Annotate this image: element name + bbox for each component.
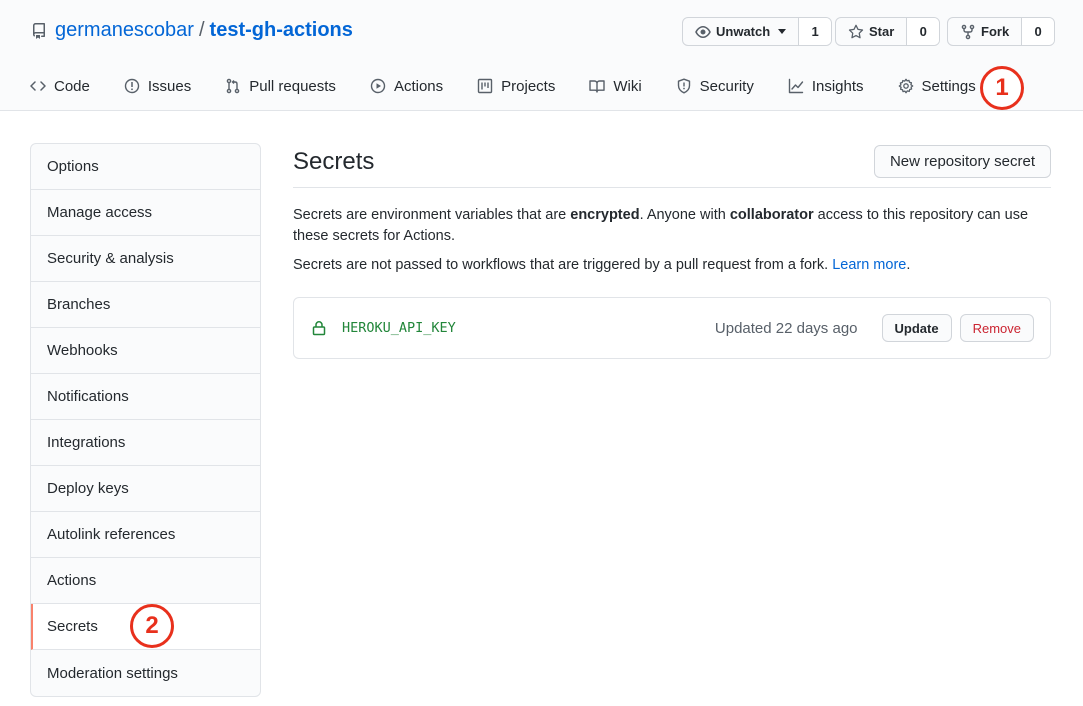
forks-count[interactable]: 0 [1022,18,1055,45]
fork-button-group: Fork 0 [947,17,1056,46]
play-icon [370,78,386,94]
star-icon [848,24,864,38]
tab-security-label: Security [699,77,754,95]
desc-bold-encrypted: encrypted [570,207,640,223]
tab-wiki-label: Wiki [613,77,642,95]
unwatch-button[interactable]: Unwatch [683,18,800,45]
tab-code[interactable]: Code [30,72,90,100]
repo-icon [31,22,47,39]
update-secret-button[interactable]: Update [881,314,952,342]
code-icon [30,81,46,91]
tab-insights-label: Insights [811,77,864,95]
stars-count[interactable]: 0 [907,18,940,45]
annotation-marker-2: 2 [130,604,174,648]
eye-icon [695,25,711,38]
tab-pull-requests-label: Pull requests [249,77,336,95]
pull-request-icon [226,78,240,94]
secret-updated-time: Updated 22 days ago [714,319,858,337]
fork-button[interactable]: Fork [948,18,1023,45]
book-icon [589,80,606,93]
sidebar-item-manage-access[interactable]: Manage access [31,190,260,236]
chevron-down-icon [778,29,787,34]
project-icon [477,78,493,94]
tab-code-label: Code [54,77,90,95]
issue-icon [124,78,140,94]
tab-settings-label: Settings [921,77,976,95]
tab-projects-label: Projects [501,77,556,95]
sidebar-item-actions[interactable]: Actions [31,558,260,604]
secret-name: HEROKU_API_KEY [342,320,456,336]
secrets-header: Secrets New repository secret [293,143,1051,188]
secrets-description: Secrets are environment variables that a… [293,205,1051,247]
tab-issues-label: Issues [147,77,192,95]
repo-header: germanescobar / test-gh-actions Unwatch … [0,0,1083,111]
tab-settings[interactable]: Settings [898,72,976,100]
tab-projects[interactable]: Projects [477,72,555,100]
secrets-main: Secrets New repository secret Secrets ar… [293,143,1051,359]
star-label: Star [869,24,895,39]
repo-name-link[interactable]: test-gh-actions [210,19,353,42]
sidebar-item-webhooks[interactable]: Webhooks [31,328,260,374]
unwatch-button-group: Unwatch 1 [682,17,833,46]
sidebar-item-branches[interactable]: Branches [31,282,260,328]
new-repository-secret-button[interactable]: New repository secret [873,145,1051,178]
tab-issues[interactable]: Issues [124,72,191,100]
fork-note-text: Secrets are not passed to workflows that… [293,257,833,273]
sidebar-item-options[interactable]: Options [31,144,260,190]
graph-icon [788,78,804,94]
star-button[interactable]: Star [836,18,908,45]
sidebar-item-integrations[interactable]: Integrations [31,420,260,466]
desc-text-2: . Anyone with [639,207,730,223]
remove-secret-button[interactable]: Remove [959,314,1034,342]
repo-separator: / [198,19,205,41]
page-title: Secrets [293,148,375,175]
desc-text-1: Secrets are environment variables that a… [293,207,571,223]
watchers-count[interactable]: 1 [799,18,832,45]
repo-nav-tabs: Code Issues Pull requests Actions Projec… [30,72,1010,100]
gear-icon [898,78,913,94]
learn-more-link[interactable]: Learn more [832,257,906,273]
tab-insights[interactable]: Insights [788,72,864,100]
annotation-marker-1: 1 [980,66,1024,110]
repo-owner-link[interactable]: germanescobar [55,19,194,42]
unwatch-label: Unwatch [716,24,771,39]
repo-title: germanescobar / test-gh-actions [31,19,353,42]
tab-security[interactable]: Security [676,72,754,100]
tab-actions-label: Actions [393,77,444,95]
sidebar-item-moderation-settings[interactable]: Moderation settings [31,650,260,696]
sidebar-item-deploy-keys[interactable]: Deploy keys [31,466,260,512]
desc-bold-collaborator: collaborator [729,207,814,223]
tab-wiki[interactable]: Wiki [589,72,642,100]
tab-pull-requests[interactable]: Pull requests [225,72,336,100]
sidebar-item-autolink-references[interactable]: Autolink references [31,512,260,558]
star-button-group: Star 0 [835,17,941,46]
secret-row: HEROKU_API_KEY Updated 22 days ago Updat… [293,297,1051,359]
fork-label: Fork [981,24,1010,39]
sidebar-item-security-analysis[interactable]: Security & analysis [31,236,260,282]
lock-icon [312,320,326,336]
sidebar-item-notifications[interactable]: Notifications [31,374,260,420]
tab-actions[interactable]: Actions [370,72,443,100]
secrets-fork-note: Secrets are not passed to workflows that… [293,257,1051,273]
fork-icon [961,24,975,39]
fork-note-end: . [906,257,911,273]
shield-icon [677,78,690,94]
